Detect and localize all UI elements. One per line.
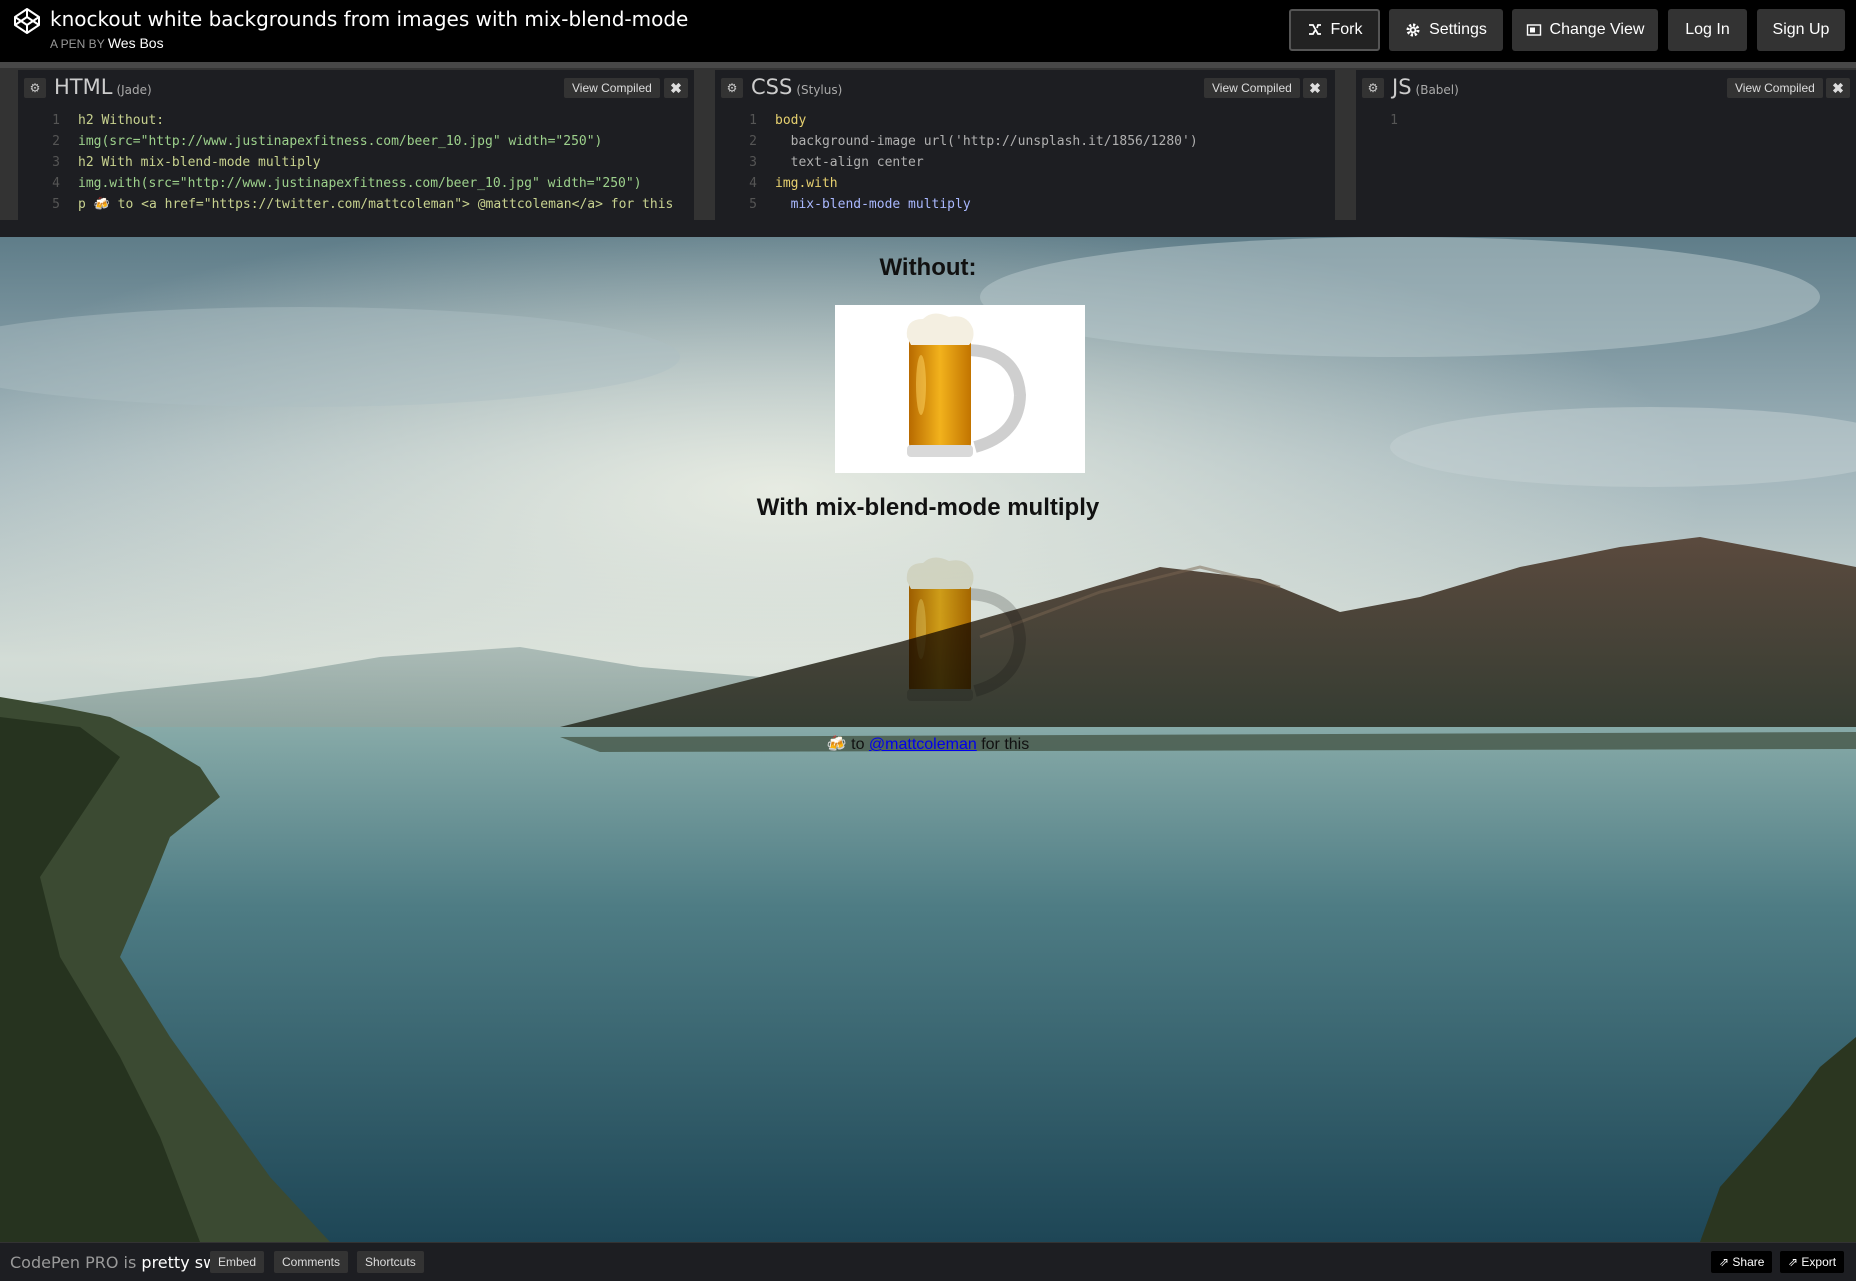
js-settings-gear-icon[interactable]: ⚙ (1362, 78, 1384, 98)
js-view-compiled-button[interactable]: View Compiled (1727, 78, 1823, 98)
comments-button[interactable]: Comments (274, 1251, 349, 1273)
editor-resize-bar[interactable] (0, 62, 1856, 68)
heading-without: Without: (879, 254, 977, 281)
js-editor: ⚙ JS (Babel) View Compiled ✖ 1 (1356, 70, 1856, 220)
settings-button[interactable]: Settings (1389, 9, 1503, 51)
export-icon: ⇗ (1788, 1255, 1799, 1269)
pen-byline: A PEN BY Wes Bos (50, 35, 164, 51)
editor-resizer-2[interactable] (1335, 70, 1353, 220)
editor-panels: ⚙ HTML (Jade) View Compiled ✖ 1 h2 Without… (0, 62, 1856, 220)
top-bar: knockout white backgrounds from images w… (0, 0, 1856, 62)
fork-button[interactable]: Fork (1289, 9, 1380, 51)
author-link[interactable]: Wes Bos (108, 35, 164, 51)
code-line: 5 mix-blend-mode multiply (749, 197, 971, 212)
code-line: 4 img.with(src="http://www.justinapexfitn… (52, 176, 642, 191)
beer-image-with-blend (835, 549, 1085, 717)
fork-icon (1308, 24, 1321, 35)
css-code-area[interactable]: 1 body 2 background-image url('http://uns… (715, 110, 1335, 215)
html-editor-title: HTML (Jade) (54, 75, 152, 99)
change-view-icon (1526, 24, 1541, 36)
html-code-area[interactable]: 1 h2 Without: 2 img(src="http://www.justin… (18, 110, 694, 215)
share-icon: ⇗ (1719, 1255, 1730, 1269)
code-line: 2 img(src="http://www.justinapexfitness.c… (52, 134, 603, 149)
sign-up-button[interactable]: Sign Up (1757, 9, 1845, 51)
change-view-button[interactable]: Change View (1512, 9, 1658, 51)
settings-label: Settings (1429, 21, 1487, 38)
html-editor-header: ⚙ HTML (Jade) View Compiled ✖ (18, 70, 694, 106)
html-view-compiled-button[interactable]: View Compiled (564, 78, 660, 98)
mattcoleman-link[interactable]: @mattcoleman (869, 736, 977, 753)
pen-title: knockout white backgrounds from images w… (50, 7, 689, 31)
beer-mug-image (906, 313, 1027, 457)
editor-resizer-1[interactable] (694, 70, 712, 220)
result-preview[interactable]: Without: With mix-blend-mode multiply 🍻 … (0, 237, 1856, 1242)
gear-icon (1406, 23, 1420, 37)
embed-button[interactable]: Embed (210, 1251, 265, 1273)
share-label: Share (1732, 1255, 1765, 1269)
log-in-button[interactable]: Log In (1668, 9, 1747, 51)
codepen-logo-icon[interactable] (12, 6, 42, 36)
export-button[interactable]: ⇗ Export (1780, 1251, 1845, 1273)
fork-label: Fork (1330, 21, 1363, 38)
code-line: 3 h2 With mix-blend-mode multiply (52, 155, 321, 170)
js-editor-header: ⚙ JS (Babel) View Compiled ✖ (1356, 70, 1856, 106)
log-in-label: Log In (1685, 21, 1730, 38)
html-close-icon[interactable]: ✖ (664, 78, 688, 98)
code-line: 1 (1390, 113, 1398, 128)
code-line: 1 body (749, 113, 807, 128)
editor-gutter-left (0, 70, 18, 220)
js-code-area[interactable]: 1 (1356, 110, 1856, 131)
css-settings-gear-icon[interactable]: ⚙ (721, 78, 743, 98)
code-line: 1 h2 Without: (52, 113, 165, 128)
heading-with-blend: With mix-blend-mode multiply (756, 494, 1100, 521)
shortcuts-button[interactable]: Shortcuts (357, 1251, 424, 1273)
code-line: 5p 🍻 to <a href="https://twitter.com/mat… (52, 197, 674, 212)
css-view-compiled-button[interactable]: View Compiled (1204, 78, 1300, 98)
credit-prefix: 🍻 to (826, 736, 869, 753)
credit-suffix: for this (976, 736, 1030, 753)
byline-prefix: A PEN BY (50, 37, 105, 51)
js-editor-title: JS (Babel) (1392, 75, 1459, 99)
html-settings-gear-icon[interactable]: ⚙ (24, 78, 46, 98)
sign-up-label: Sign Up (1772, 21, 1830, 38)
credit-paragraph: 🍻 to @mattcoleman for this (0, 734, 1856, 754)
css-close-icon[interactable]: ✖ (1303, 78, 1327, 98)
beer-image-without-blend (835, 305, 1085, 473)
js-close-icon[interactable]: ✖ (1826, 78, 1850, 98)
code-line: 2 background-image url('http://unsplash.… (749, 134, 1198, 149)
code-line: 4 img.with (749, 176, 838, 191)
css-editor-header: ⚙ CSS (Stylus) View Compiled ✖ (715, 70, 1335, 106)
export-label: Export (1801, 1255, 1837, 1269)
code-line: 3 text-align center (749, 155, 924, 170)
share-button[interactable]: ⇗ Share (1711, 1251, 1773, 1273)
change-view-label: Change View (1549, 21, 1645, 38)
beer-mug-image (906, 557, 1027, 701)
html-editor: ⚙ HTML (Jade) View Compiled ✖ 1 h2 Without… (18, 70, 694, 220)
bottom-bar: CodePen PRO is pretty sweet. Embed Comme… (0, 1242, 1856, 1281)
css-editor-title: CSS (Stylus) (751, 75, 843, 99)
css-editor: ⚙ CSS (Stylus) View Compiled ✖ 1 body 2 ba… (715, 70, 1335, 220)
